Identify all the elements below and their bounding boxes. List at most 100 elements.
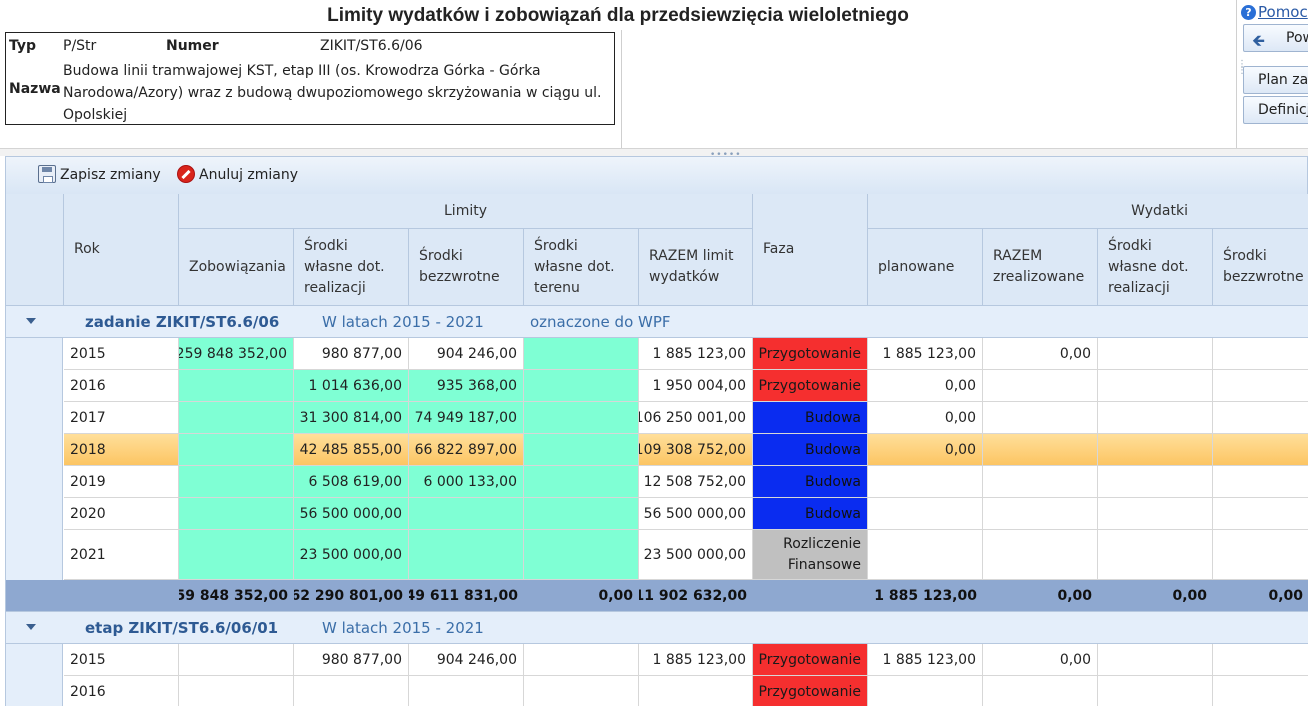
- cell-w-srodki-wlasne[interactable]: [1098, 402, 1213, 434]
- cell-planowane[interactable]: [868, 676, 983, 706]
- cell-rok[interactable]: 2019: [64, 466, 179, 498]
- cell-zobowiazania[interactable]: [179, 676, 294, 706]
- cell-srodki-wlasne[interactable]: 23 500 000,00: [294, 530, 409, 580]
- cell-zrealizowane[interactable]: [983, 676, 1098, 706]
- cell-planowane[interactable]: 0,00: [868, 434, 983, 466]
- cell-zobowiazania[interactable]: [179, 466, 294, 498]
- cell-razem-limit[interactable]: 56 500 000,00: [639, 498, 753, 530]
- cell-planowane[interactable]: 1 885 123,00: [868, 644, 983, 676]
- cell-zobowiazania[interactable]: 259 848 352,00: [179, 338, 294, 370]
- cell-srodki-teren[interactable]: [524, 644, 639, 676]
- cell-w-srodki-wlasne[interactable]: [1098, 370, 1213, 402]
- cell-w-srodki-wlasne[interactable]: [1098, 338, 1213, 370]
- header-razem-limit[interactable]: RAZEM limit wydatków: [639, 229, 753, 306]
- cell-rok[interactable]: 2018: [64, 434, 179, 466]
- cell-razem-limit[interactable]: 1 885 123,00: [639, 644, 753, 676]
- splitter[interactable]: •••••: [0, 148, 1308, 160]
- cell-zobowiazania[interactable]: [179, 498, 294, 530]
- cell-srodki-bezzwrotne[interactable]: 935 368,00: [409, 370, 524, 402]
- cell-srodki-bezzwrotne[interactable]: [409, 530, 524, 580]
- cell-faza[interactable]: Budowa: [753, 498, 868, 530]
- cell-zrealizowane[interactable]: [983, 466, 1098, 498]
- cell-w-srodki-wlasne[interactable]: [1098, 530, 1213, 580]
- cell-faza[interactable]: Budowa: [753, 434, 868, 466]
- cell-planowane[interactable]: 0,00: [868, 370, 983, 402]
- cell-planowane[interactable]: 1 885 123,00: [868, 338, 983, 370]
- cell-rok[interactable]: 2015: [64, 338, 179, 370]
- cell-zobowiazania[interactable]: [179, 370, 294, 402]
- cell-zrealizowane[interactable]: [983, 370, 1098, 402]
- cell-srodki-teren[interactable]: [524, 338, 639, 370]
- header-rok[interactable]: Rok: [64, 194, 179, 306]
- cell-srodki-bezzwrotne[interactable]: 66 822 897,00: [409, 434, 524, 466]
- cell-srodki-wlasne[interactable]: [294, 676, 409, 706]
- cell-w-srodki-bezzwrotne[interactable]: [1213, 370, 1308, 402]
- cell-srodki-wlasne[interactable]: 980 877,00: [294, 644, 409, 676]
- cell-razem-limit[interactable]: [639, 676, 753, 706]
- cell-rok[interactable]: 2016: [64, 370, 179, 402]
- cell-razem-limit[interactable]: 106 250 001,00: [639, 402, 753, 434]
- cell-w-srodki-wlasne[interactable]: [1098, 676, 1213, 706]
- cell-faza[interactable]: Przygotowanie: [753, 338, 868, 370]
- cell-srodki-wlasne[interactable]: 1 014 636,00: [294, 370, 409, 402]
- cell-srodki-bezzwrotne[interactable]: 904 246,00: [409, 644, 524, 676]
- cell-zrealizowane[interactable]: [983, 434, 1098, 466]
- cell-razem-limit[interactable]: 1 950 004,00: [639, 370, 753, 402]
- cell-faza[interactable]: Budowa: [753, 402, 868, 434]
- cell-planowane[interactable]: [868, 530, 983, 580]
- cell-planowane[interactable]: 0,00: [868, 402, 983, 434]
- cell-srodki-wlasne[interactable]: 980 877,00: [294, 338, 409, 370]
- cell-srodki-teren[interactable]: [524, 498, 639, 530]
- cell-srodki-teren[interactable]: [524, 466, 639, 498]
- cell-srodki-teren[interactable]: [524, 370, 639, 402]
- cell-zrealizowane[interactable]: [983, 498, 1098, 530]
- header-razem-zrealizowane[interactable]: RAZEM zrealizowane: [983, 229, 1098, 306]
- cell-rok[interactable]: 2016: [64, 676, 179, 706]
- cell-faza[interactable]: Przygotowanie: [753, 370, 868, 402]
- cell-rok[interactable]: 2015: [64, 644, 179, 676]
- cell-zrealizowane[interactable]: [983, 402, 1098, 434]
- header-srodki-wlasne-realizacji[interactable]: Środki własne dot. realizacji: [294, 229, 409, 306]
- cell-faza[interactable]: Budowa: [753, 466, 868, 498]
- cell-srodki-wlasne[interactable]: 56 500 000,00: [294, 498, 409, 530]
- cell-srodki-teren[interactable]: [524, 676, 639, 706]
- cell-planowane[interactable]: [868, 466, 983, 498]
- header-srodki-bezzwrotne[interactable]: Środki bezzwrotne: [409, 229, 524, 306]
- cell-w-srodki-bezzwrotne[interactable]: [1213, 498, 1308, 530]
- cell-w-srodki-bezzwrotne[interactable]: [1213, 434, 1308, 466]
- cell-w-srodki-bezzwrotne[interactable]: [1213, 530, 1308, 580]
- cell-zobowiazania[interactable]: [179, 530, 294, 580]
- cell-zobowiazania[interactable]: [179, 402, 294, 434]
- cell-zobowiazania[interactable]: [179, 644, 294, 676]
- cell-w-srodki-bezzwrotne[interactable]: [1213, 338, 1308, 370]
- cell-razem-limit[interactable]: 109 308 752,00: [639, 434, 753, 466]
- cell-srodki-wlasne[interactable]: 42 485 855,00: [294, 434, 409, 466]
- header-w-srodki-wlasne[interactable]: Środki własne dot. realizacji: [1098, 229, 1213, 306]
- cell-w-srodki-bezzwrotne[interactable]: [1213, 676, 1308, 706]
- cell-faza[interactable]: Rozliczenie Finansowe: [753, 530, 868, 580]
- cell-zrealizowane[interactable]: [983, 530, 1098, 580]
- cell-srodki-bezzwrotne[interactable]: 904 246,00: [409, 338, 524, 370]
- definitions-button[interactable]: Definicje: [1243, 96, 1308, 124]
- group-row-etap[interactable]: etap ZIKIT/ST6.6/06/01 W latach 2015 - 2…: [6, 612, 1308, 644]
- cell-srodki-bezzwrotne[interactable]: 6 000 133,00: [409, 466, 524, 498]
- back-button[interactable]: 🡸 Powrót: [1243, 24, 1308, 52]
- save-button[interactable]: Zapisz zmiany: [38, 165, 161, 183]
- cell-zrealizowane[interactable]: 0,00: [983, 644, 1098, 676]
- cell-srodki-bezzwrotne[interactable]: [409, 676, 524, 706]
- collapse-icon[interactable]: [26, 624, 36, 630]
- plan-button[interactable]: Plan zadań: [1243, 66, 1308, 94]
- header-faza[interactable]: Faza: [753, 194, 868, 306]
- cell-planowane[interactable]: [868, 498, 983, 530]
- cell-w-srodki-wlasne[interactable]: [1098, 498, 1213, 530]
- cell-razem-limit[interactable]: 1 885 123,00: [639, 338, 753, 370]
- cell-srodki-bezzwrotne[interactable]: [409, 498, 524, 530]
- group-row-zadanie[interactable]: zadanie ZIKIT/ST6.6/06 W latach 2015 - 2…: [6, 306, 1308, 338]
- help-link[interactable]: ? Pomoc: [1241, 3, 1308, 21]
- cell-w-srodki-wlasne[interactable]: [1098, 434, 1213, 466]
- cell-srodki-teren[interactable]: [524, 402, 639, 434]
- cell-zobowiazania[interactable]: [179, 434, 294, 466]
- cell-rok[interactable]: 2017: [64, 402, 179, 434]
- cell-srodki-wlasne[interactable]: 6 508 619,00: [294, 466, 409, 498]
- cell-w-srodki-wlasne[interactable]: [1098, 644, 1213, 676]
